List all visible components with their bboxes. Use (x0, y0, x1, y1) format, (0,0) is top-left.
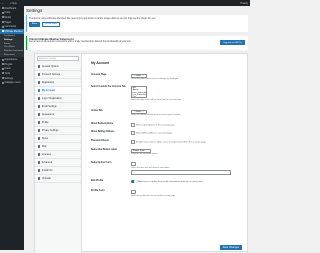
password-reset-checkbox[interactable] (131, 140, 136, 145)
styles-icon (38, 137, 41, 140)
licenses-icon (38, 153, 41, 156)
field-label: Edit Profile (91, 180, 104, 182)
show-billing-checkbox[interactable] (131, 131, 136, 136)
profile-form-input[interactable] (131, 190, 136, 194)
nav-item-my-account[interactable]: My Account (35, 87, 81, 95)
submenu-extensions[interactable]: Extensions (0, 53, 24, 57)
field-label: Account Page (91, 74, 107, 76)
email-icon (38, 105, 41, 108)
show-subscriptions-checkbox[interactable] (131, 123, 136, 128)
dismiss-button[interactable]: Do not allow (41, 21, 60, 27)
edit-profile-toggle[interactable] (131, 180, 137, 183)
settings-content: My Account Account Page — Select — Selec… (85, 54, 247, 253)
users-icon (1, 67, 4, 70)
dashboard-icon (1, 7, 4, 10)
field-description: Select the form that will show to subscr… (131, 167, 170, 170)
field-description: Select the default tab when the account … (131, 114, 181, 117)
nav-item-profile[interactable]: Profile (35, 119, 81, 127)
promo-text: Get access to all premium extensions wit… (29, 41, 132, 44)
save-changes-button[interactable]: Save Changes (219, 244, 242, 250)
settings-icon (1, 77, 4, 80)
page-title: Settings (26, 8, 43, 13)
nav-item-misc[interactable]: Misc (35, 143, 81, 151)
field-label: Password Reset (91, 140, 109, 142)
account-icon (38, 89, 41, 92)
subscription-form-textarea[interactable] (131, 170, 231, 176)
general-icon (38, 65, 41, 68)
field-label: Show Subscriptions (91, 123, 114, 125)
settings-search-input[interactable]: Search in settings (37, 56, 79, 61)
field-label: Show Billing Address (91, 131, 115, 133)
field-description: Select the profile form to use on the ac… (131, 195, 176, 198)
collapse-icon (1, 81, 4, 84)
field-description: Label for the subscribe button (131, 153, 158, 156)
appearance-icon (1, 58, 4, 61)
field-label: Select Content For Account Tab (91, 86, 126, 88)
media-icon (1, 16, 4, 19)
field-description: Select the page where account settings a… (131, 78, 179, 81)
new-item-button[interactable]: + New (10, 2, 17, 5)
nav-item-styles[interactable]: Styles (35, 135, 81, 143)
nav-item-install-info[interactable]: Install Info (35, 167, 81, 175)
nav-item-general[interactable]: General Options (35, 63, 81, 71)
field-description: Select the tabs which will be shown on t… (131, 98, 182, 101)
nav-item-privacy[interactable]: Privacy Settings (35, 127, 81, 135)
registration-icon (38, 81, 41, 84)
profile-icon (38, 121, 41, 124)
posts-icon (1, 11, 4, 14)
admin-sidebar: Dashboard Posts Media Pages Comments Ult… (0, 6, 24, 250)
field-label: Active Tab (91, 110, 103, 112)
field-label: Profile Form (91, 190, 105, 192)
field-label: Subscription Form (91, 162, 112, 164)
nav-item-appearance[interactable]: Appearance (35, 111, 81, 119)
um-icon (1, 30, 4, 33)
advanced-icon (38, 161, 41, 164)
admin-bar: ⌂ + New Howdy (0, 0, 250, 6)
tools-icon (1, 72, 4, 75)
plugins-icon (1, 63, 4, 66)
info-icon (38, 169, 41, 172)
settings-nav: Search in settings General Options Front… (35, 54, 82, 253)
field-label: Subscribe Button Label (91, 149, 117, 151)
settings-panel: Search in settings General Options Front… (34, 53, 248, 253)
pages-icon (1, 21, 4, 24)
upgrade-promo: Unlock Ultimate Member Extensions Get ac… (26, 36, 248, 50)
usage-notice: Thanks for using Ultimate Member! We nee… (26, 15, 248, 32)
frontend-icon (38, 73, 41, 76)
account-menu[interactable]: Howdy (240, 2, 250, 5)
privacy-icon (38, 129, 41, 132)
account-tab-listbox[interactable]: ALL Admin user_Subscriber Lite_Subscribe… (131, 86, 147, 98)
comments-icon (1, 25, 4, 28)
notice-text: Thanks for using Ultimate Member! We nee… (29, 16, 156, 20)
upgrade-button[interactable]: Upgrade to UM Pro (220, 40, 245, 46)
misc-icon (38, 145, 41, 148)
appearance-icon (38, 113, 41, 116)
section-title: My Account (91, 61, 109, 65)
nav-item-licenses[interactable]: Licenses (35, 151, 81, 159)
home-icon[interactable]: ⌂ (2, 2, 4, 5)
uninstall-icon (38, 177, 41, 180)
nav-item-uninstall[interactable]: Uninstall (35, 175, 81, 183)
nav-item-registration[interactable]: Registration (35, 79, 81, 87)
nav-item-frontend[interactable]: Frontend Settings (35, 71, 81, 79)
subscription-form-input[interactable] (131, 162, 136, 166)
sidebar-item-collapse[interactable]: Collapse menu (0, 80, 24, 85)
login-icon (38, 97, 41, 100)
sidebar-submenu: Dashboard Settings Forms User Roles Memb… (0, 33, 24, 58)
nav-item-login[interactable]: Login / Registration (35, 95, 81, 103)
allow-button[interactable]: Allow (29, 21, 41, 27)
nav-item-email[interactable]: Email Settings (35, 103, 81, 111)
nav-item-advanced[interactable]: Advanced (35, 159, 81, 167)
